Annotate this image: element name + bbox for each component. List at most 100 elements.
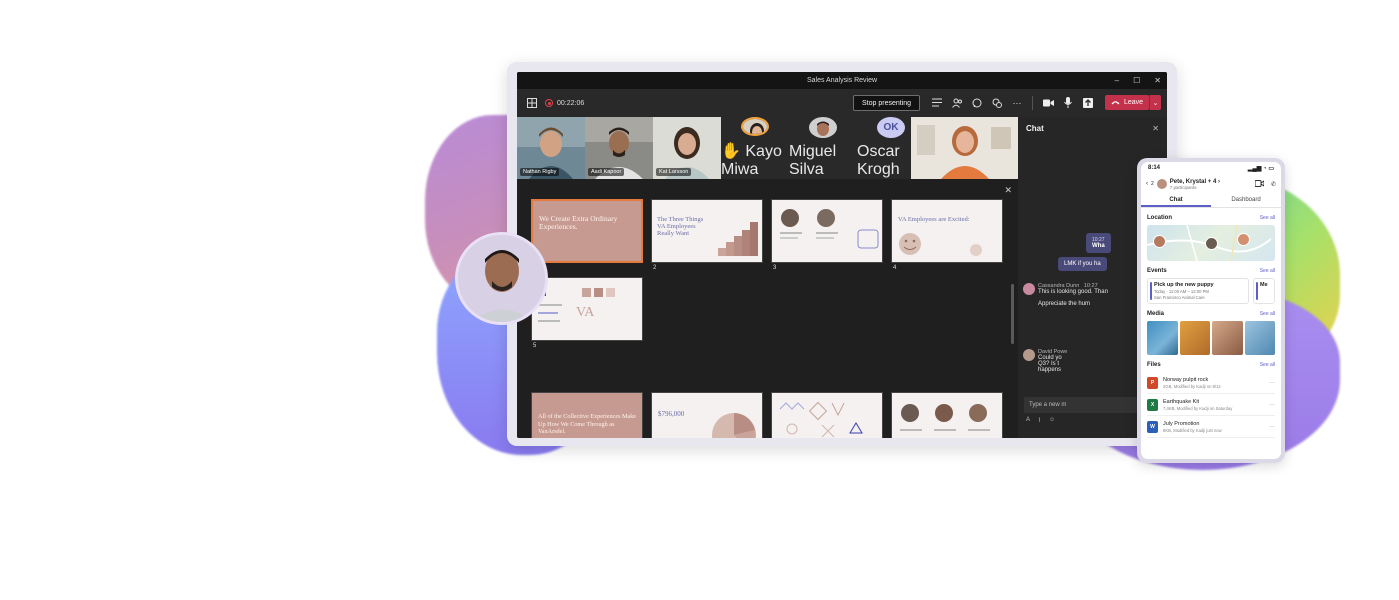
- event-title: Me: [1260, 282, 1268, 288]
- close-slides-icon[interactable]: ✕: [1004, 185, 1012, 196]
- presenter-video[interactable]: [911, 117, 1018, 179]
- message-line: Appreciate the hum: [1038, 301, 1091, 307]
- participant-tile[interactable]: ✋ Kayo Miwa: [721, 117, 789, 179]
- more-options-icon[interactable]: ···: [1269, 424, 1275, 430]
- mobile-chat-header: ‹ 2 Pete, Krystal + 4 › 7 participants ✆: [1141, 174, 1281, 194]
- maximize-icon[interactable]: ☐: [1133, 76, 1140, 85]
- event-time: Today · 11:00 AM – 12:00 PM: [1154, 289, 1209, 294]
- participant-tile[interactable]: Aadi Kapoor: [585, 117, 653, 179]
- grid-icon[interactable]: [525, 96, 539, 110]
- participant-tile[interactable]: Nathan Rigby: [517, 117, 585, 179]
- people-icon[interactable]: [950, 96, 964, 110]
- share-screen-icon[interactable]: [1081, 96, 1095, 110]
- participant-name: Aadi Kapoor: [588, 168, 625, 176]
- slide-thumbnail[interactable]: $796,000: [651, 392, 763, 438]
- file-name: Earthquake Kit: [1163, 398, 1200, 405]
- message-line: This is looking good. Than: [1038, 289, 1108, 295]
- minimize-icon[interactable]: –: [1115, 76, 1119, 85]
- media-thumbnail[interactable]: [1179, 321, 1210, 355]
- window-title: Sales Analysis Review: [806, 77, 878, 84]
- close-chat-icon[interactable]: ✕: [1152, 124, 1159, 133]
- meeting-toolbar: 00:22:06 Stop presenting ··· Leave ⌄: [517, 89, 1167, 117]
- stage: Sales Analysis Review – ☐ ✕ 00:22:06 Sto…: [0, 0, 1399, 600]
- title-bar: Sales Analysis Review – ☐ ✕: [517, 72, 1167, 89]
- media-thumbnail[interactable]: [1244, 321, 1275, 355]
- svg-text:VA: VA: [576, 305, 595, 320]
- leave-group: Leave ⌄: [1105, 95, 1162, 110]
- file-name: July Promotion: [1163, 420, 1200, 427]
- slide-thumbnail[interactable]: VA: [531, 277, 643, 341]
- event-title: Pick up the new puppy: [1154, 282, 1214, 288]
- slide-number: 4: [893, 265, 897, 271]
- compose-box[interactable]: Type a new m: [1024, 397, 1144, 413]
- location-map[interactable]: [1147, 225, 1275, 261]
- slide-thumbnail[interactable]: All of the Collective Experiences Make U…: [531, 392, 643, 438]
- see-all-link[interactable]: See all: [1260, 215, 1275, 221]
- more-options-icon[interactable]: ···: [1269, 380, 1275, 386]
- emoji-icon[interactable]: ☺: [1049, 417, 1055, 424]
- tab-chat[interactable]: Chat: [1141, 194, 1211, 207]
- file-item[interactable]: W July Promotion 8KB, Modified by Kadji …: [1147, 416, 1275, 438]
- map-pin-avatar[interactable]: [1153, 235, 1166, 248]
- file-item[interactable]: X Earthquake Kit 7,4KB, Modified by Kadj…: [1147, 394, 1275, 416]
- participant-initials-avatar: OK: [877, 117, 905, 138]
- attach-icon[interactable]: ⌇: [1038, 417, 1041, 424]
- tab-dashboard[interactable]: Dashboard: [1211, 194, 1281, 207]
- leave-button[interactable]: Leave: [1105, 95, 1150, 110]
- media-thumbnail[interactable]: [1212, 321, 1243, 355]
- slide-thumbnail[interactable]: The Three Things VA Employees Really Wan…: [651, 199, 763, 263]
- microphone-icon[interactable]: [1061, 96, 1075, 110]
- mobile-screen: 8:14 ▂▄▆ ◔ ▭ ‹ 2 Pete, Krystal + 4 › 7 p…: [1141, 162, 1281, 459]
- file-name: Norway pulpit rock: [1163, 376, 1209, 383]
- see-all-link[interactable]: See all: [1260, 268, 1275, 274]
- recording-icon: [545, 99, 553, 107]
- my-message-text: Wha: [1092, 243, 1105, 249]
- see-all-link[interactable]: See all: [1260, 311, 1275, 317]
- raised-hand-icon: ✋: [721, 143, 741, 160]
- sender-avatar: [1023, 349, 1035, 361]
- participant-tile[interactable]: Miguel Silva: [789, 117, 857, 179]
- slide-thumbnail[interactable]: [771, 392, 883, 438]
- more-options-icon[interactable]: ···: [1269, 402, 1275, 408]
- meeting-timer: 00:22:06: [557, 99, 585, 107]
- slide-thumbnail[interactable]: VA Employees are Excited:: [891, 199, 1003, 263]
- slide-title: We Create Extra Ordinary Experiences.: [539, 214, 618, 231]
- mobile-chat-title[interactable]: Pete, Krystal + 4: [1170, 179, 1217, 185]
- chevron-right-icon: ›: [1217, 178, 1220, 185]
- slide-thumbnail[interactable]: We Create Extra Ordinary Experiences.: [531, 199, 643, 263]
- format-icon[interactable]: A: [1026, 417, 1030, 424]
- slide-bar-graphic: [718, 222, 758, 256]
- my-message-bubble: 10:27 Wha: [1086, 233, 1111, 253]
- file-text: Norway pulpit rock 2GB, Modified by Kadj…: [1163, 377, 1264, 389]
- leave-options-chevron-icon[interactable]: ⌄: [1149, 95, 1162, 110]
- participant-avatar: [809, 117, 837, 138]
- back-chevron-icon[interactable]: ‹: [1146, 181, 1148, 187]
- slide-thumbnail[interactable]: [891, 392, 1003, 438]
- chat-message: David Powe Could yo Q3? Is t happens: [1038, 349, 1067, 373]
- event-card[interactable]: Me: [1253, 278, 1275, 304]
- media-thumbnail[interactable]: [1147, 321, 1178, 355]
- more-icon[interactable]: ···: [1010, 96, 1024, 110]
- group-avatar: [1156, 179, 1167, 189]
- file-item[interactable]: P Norway pulpit rock 2GB, Modified by Ka…: [1147, 372, 1275, 394]
- close-icon[interactable]: ✕: [1154, 76, 1161, 85]
- list-icon[interactable]: [930, 96, 944, 110]
- video-call-icon[interactable]: [1254, 179, 1265, 189]
- chat-icon[interactable]: [970, 96, 984, 110]
- phone-call-icon[interactable]: ✆: [1271, 181, 1276, 188]
- event-card[interactable]: Pick up the new puppy Today · 11:00 AM –…: [1147, 278, 1249, 304]
- slide-number: 3: [773, 265, 777, 271]
- react-icon[interactable]: [990, 96, 1004, 110]
- window-controls: – ☐ ✕: [1115, 72, 1161, 89]
- stop-presenting-button[interactable]: Stop presenting: [853, 95, 921, 111]
- slide-title: The Three Things VA Employees Really Wan…: [657, 216, 704, 237]
- slide-thumbnail[interactable]: [771, 199, 883, 263]
- map-pin-avatar[interactable]: [1237, 233, 1250, 246]
- see-all-link[interactable]: See all: [1260, 362, 1275, 368]
- participant-tile[interactable]: Kat Larsson: [653, 117, 721, 179]
- chat-message: Cassandra Dunn 10:27 This is looking goo…: [1038, 283, 1108, 307]
- slide-scrollbar[interactable]: [1011, 284, 1014, 344]
- camera-icon[interactable]: [1041, 96, 1055, 110]
- map-pin-avatar[interactable]: [1205, 237, 1218, 250]
- unread-count: 2: [1151, 181, 1154, 187]
